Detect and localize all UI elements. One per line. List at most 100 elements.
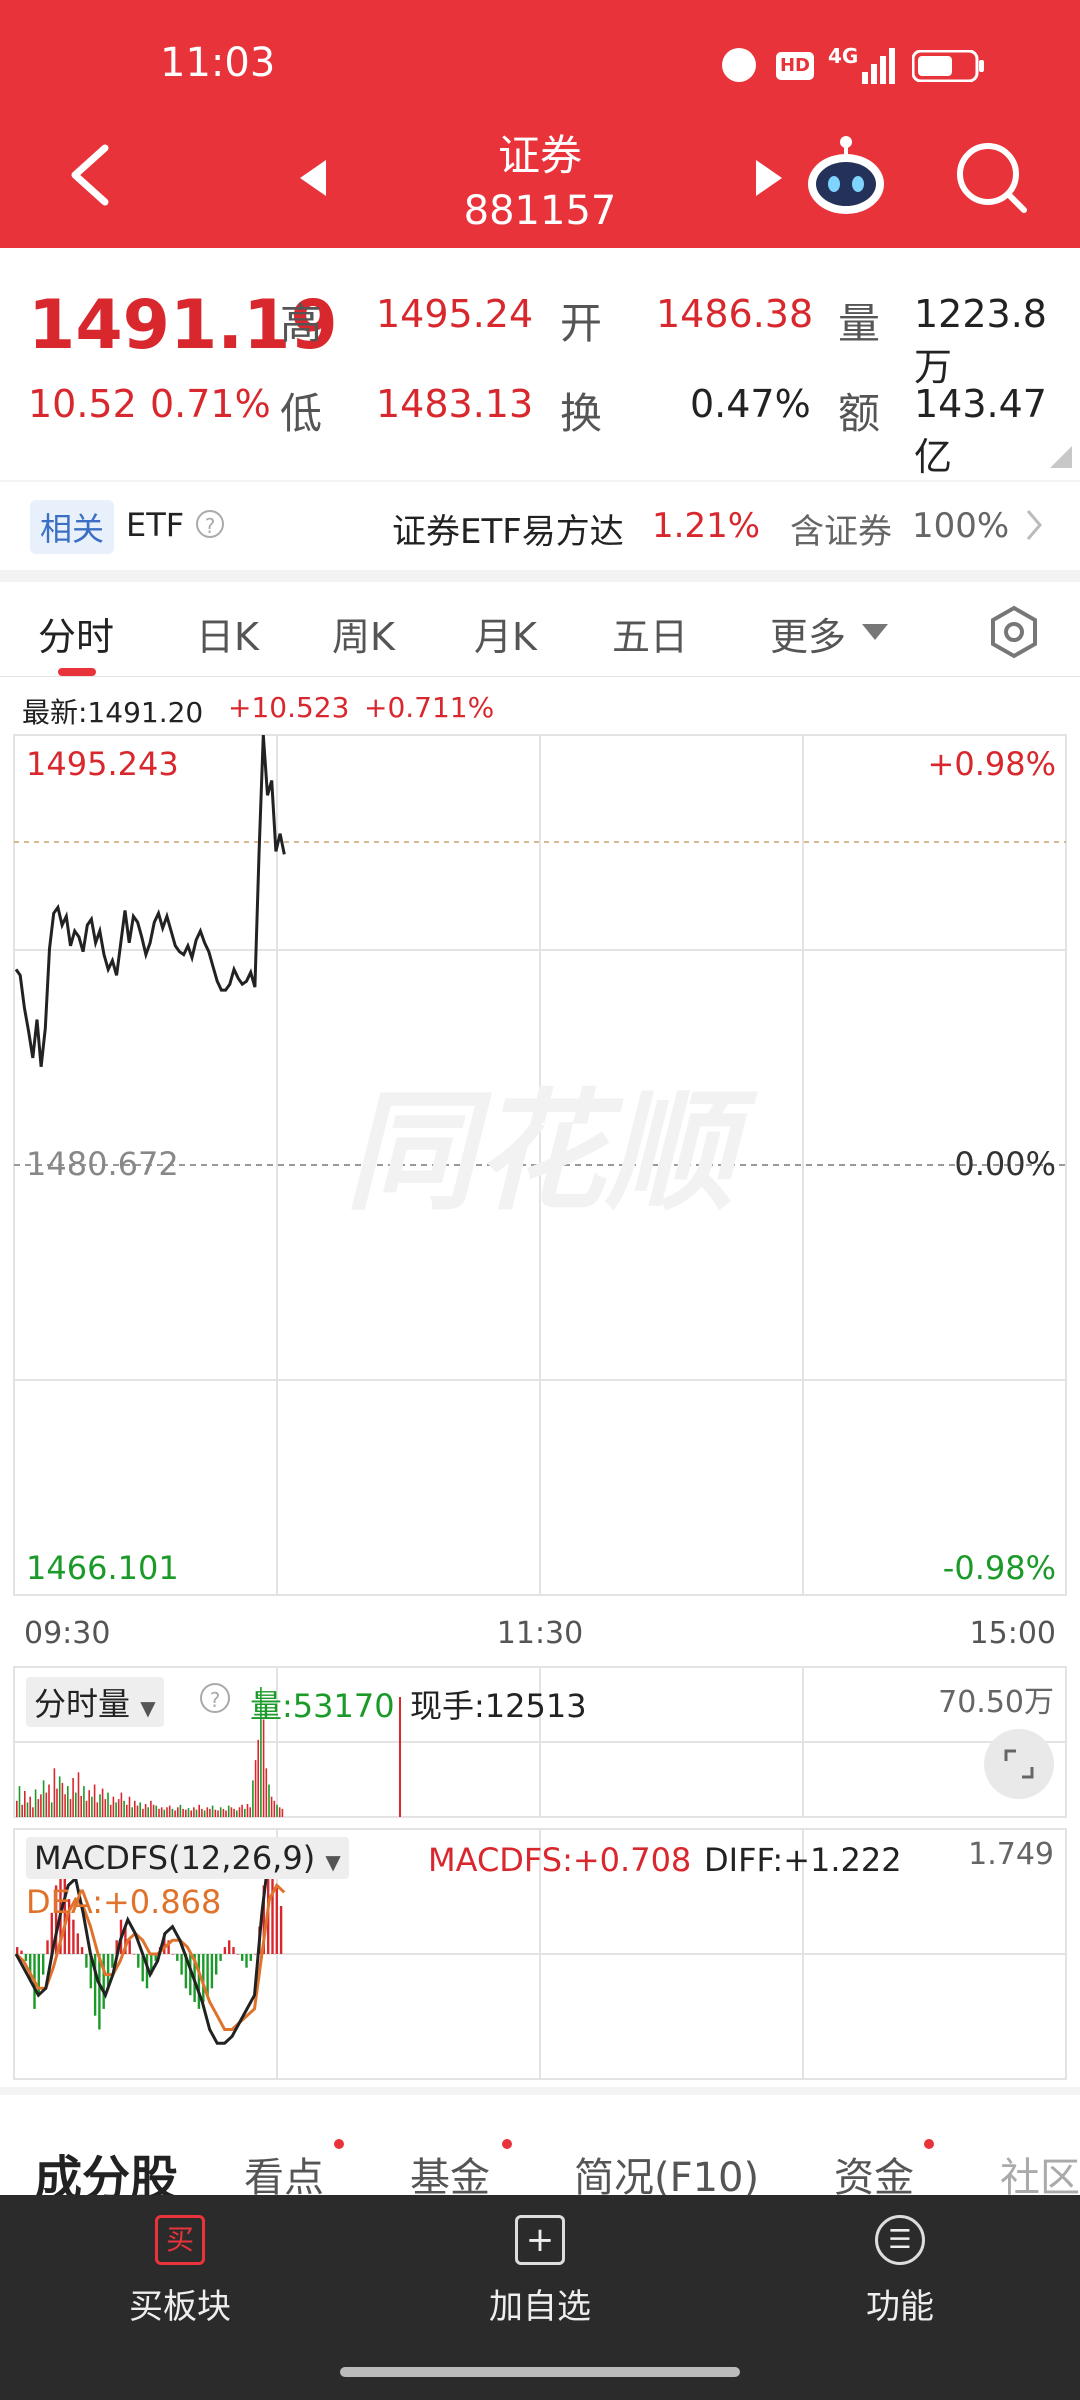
volume-bar (72, 1778, 74, 1817)
volume-bar (117, 1799, 120, 1817)
macd-bar (20, 1950, 23, 1954)
macd-bar (102, 1954, 105, 2009)
assistant-robot-icon[interactable] (804, 132, 888, 216)
volume-bar (270, 1796, 273, 1817)
volume-bar (80, 1795, 82, 1817)
volume-bar (150, 1800, 152, 1818)
base-pct-label: 0.00% (954, 1145, 1056, 1183)
macd-bar (46, 1940, 49, 1954)
volume-bar (45, 1792, 48, 1817)
bottom-nav: 买 买板块 + 加自选 ☰ 功能 (0, 2195, 1080, 2400)
functions-button[interactable]: ☰ 功能 (800, 2215, 1000, 2328)
max-pct-label: +0.98% (928, 745, 1056, 783)
macd-bar (80, 1947, 84, 1954)
time-label-noon: 11:30 (497, 1616, 583, 1651)
tab-highlights-dot (334, 2139, 344, 2149)
help-icon[interactable]: ? (196, 510, 224, 538)
search-icon[interactable] (954, 140, 1030, 216)
macd-bar (72, 1919, 75, 1954)
volume-bar (222, 1808, 225, 1817)
expand-triangle-icon[interactable] (1050, 446, 1072, 472)
volume-bar (174, 1810, 176, 1817)
low-value: 1483.13 (376, 382, 534, 426)
etf-fund-name[interactable]: 证券ETF易方达 (392, 504, 624, 553)
macd-bar (232, 1947, 235, 1954)
base-price-label: 1480.672 (26, 1145, 179, 1183)
prev-stock-button[interactable] (296, 158, 330, 198)
tab-weekly-k[interactable]: 周K (332, 606, 395, 661)
volume-bar (42, 1780, 45, 1817)
volume-bar (177, 1807, 179, 1818)
fullscreen-button[interactable] (984, 1729, 1054, 1799)
macd-bar (215, 1954, 218, 1975)
tab-intraday[interactable]: 分时 (38, 606, 114, 661)
tab-daily-k[interactable]: 日K (196, 606, 259, 661)
macd-bar (176, 1954, 179, 1961)
add-watchlist-button[interactable]: + 加自选 (440, 2215, 640, 2328)
macd-bar (245, 1954, 248, 1968)
add-icon: + (515, 2215, 565, 2265)
volume-bar (206, 1807, 209, 1818)
tab-five-day[interactable]: 五日 (612, 606, 688, 661)
macd-bar (206, 1954, 209, 1996)
chevron-right-icon[interactable] (1024, 508, 1044, 546)
watermark: 同花顺 (345, 1076, 758, 1228)
volume-bar (163, 1809, 166, 1817)
macd-bar (76, 1933, 79, 1954)
macd-bar (228, 1940, 231, 1954)
back-button[interactable] (60, 140, 120, 210)
volume-max-label: 70.50万 (938, 1685, 1054, 1720)
macd-selector[interactable]: MACDFS(12,26,9) ▼ (26, 1837, 349, 1879)
volume-bar (262, 1719, 265, 1817)
hd-icon: HD (776, 52, 814, 80)
volume-bar (179, 1804, 182, 1817)
related-etf-bar[interactable]: 相关 ETF ? 证券ETF易方达 1.21% 含证券 100% (0, 482, 1080, 570)
help-icon[interactable]: ? (200, 1683, 230, 1713)
volume-bar (139, 1802, 141, 1817)
volume-bar (193, 1807, 195, 1818)
high-value: 1495.24 (376, 292, 534, 336)
tab-capital-dot (924, 2139, 934, 2149)
volume-bar (21, 1804, 23, 1817)
volume-selector[interactable]: 分时量 ▼ (26, 1677, 164, 1727)
chevron-down-icon[interactable] (862, 622, 888, 646)
volume-bar (182, 1808, 184, 1817)
volume-bar (144, 1804, 147, 1817)
volume-bar (16, 1800, 18, 1818)
chart-tabs: 分时 日K 周K 月K 五日 更多 (0, 582, 1080, 677)
etf-label: ETF (126, 506, 185, 544)
max-price-label: 1495.243 (26, 745, 179, 783)
volume-bar (195, 1809, 198, 1817)
tab-more[interactable]: 更多 (770, 606, 846, 661)
turnover-value: 0.47% (690, 382, 811, 426)
settings-icon[interactable] (986, 604, 1042, 664)
buy-sector-button[interactable]: 买 买板块 (80, 2215, 280, 2328)
macd-bar (137, 1954, 140, 1968)
tab-monthly-k[interactable]: 月K (474, 606, 537, 661)
time-label-open: 09:30 (24, 1616, 110, 1651)
tab-funds-dot (502, 2139, 512, 2149)
volume-bar (64, 1794, 66, 1818)
volume-bar (40, 1794, 42, 1818)
next-stock-button[interactable] (752, 158, 786, 198)
macd-bar (171, 1954, 175, 1955)
volume-bar (254, 1760, 257, 1817)
min-pct-label: -0.98% (943, 1549, 1056, 1587)
signal-bars-icon (862, 48, 896, 84)
volume-bar (276, 1804, 278, 1817)
open-value: 1486.38 (656, 292, 814, 336)
macd-bar (219, 1954, 222, 1961)
volume-bar (67, 1786, 69, 1817)
macd-bar (241, 1954, 244, 1961)
volume-bar (107, 1792, 109, 1817)
low-label: 低 (280, 389, 323, 438)
volume-bar (198, 1804, 200, 1817)
volume-bar (83, 1786, 85, 1817)
volume-bar (211, 1805, 214, 1817)
volume-bar (91, 1796, 93, 1817)
etf-fund-change: 1.21% (652, 506, 761, 546)
battery-icon (911, 49, 984, 83)
macd-bar (85, 1954, 88, 1968)
chart-area[interactable]: 最新:1491.20 +10.523 +0.711% 同花顺 1495.243 … (0, 677, 1080, 2087)
info-tabs: 成分股 看点 基金 简况(F10) 资金 社区 (0, 2095, 1080, 2207)
